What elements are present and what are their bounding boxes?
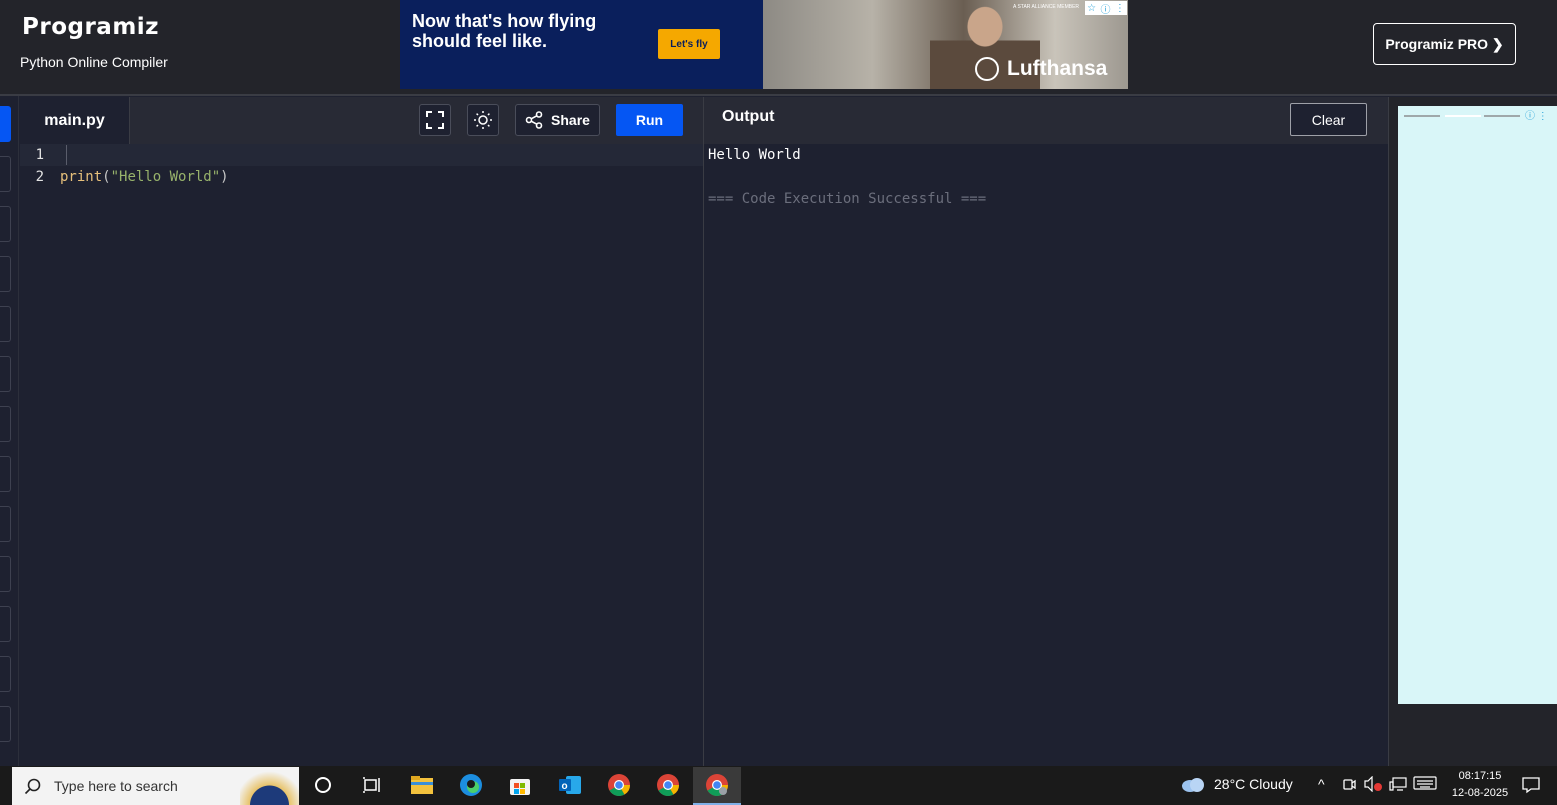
search-placeholder: Type here to search [54,778,178,794]
code-string: "Hello World" [110,169,221,185]
code-line[interactable]: 2 print("Hello World") [20,166,703,188]
language-button[interactable] [0,456,11,492]
code-function: print [60,169,103,185]
outlook-icon[interactable]: o [558,773,582,797]
output-line: Hello World [708,147,801,163]
code-line[interactable]: 1 [20,144,703,166]
widgets-icon[interactable] [360,773,384,797]
clear-button[interactable]: Clear [1290,103,1367,136]
taskbar-search[interactable]: Type here to search [12,767,299,805]
ad-info-icon[interactable]: ⓘ ⋮ [1525,107,1548,122]
page-subtitle: Python Online Compiler [20,54,168,70]
chrome-icon[interactable] [607,773,631,797]
ad-brand-label: Lufthansa [1007,57,1108,80]
language-button[interactable] [0,306,11,342]
language-button[interactable] [0,606,11,642]
line-number: 2 [35,169,44,185]
programiz-pro-button[interactable]: Programiz PRO ❯ [1373,23,1516,65]
code-text: print("Hello World") [50,169,229,185]
keyboard-icon[interactable] [1413,776,1437,793]
search-icon [24,777,42,795]
code-paren-close: ) [220,169,229,185]
ad-star-icon: ☆ [1087,2,1097,14]
file-explorer-icon[interactable] [410,773,434,797]
ad-placeholder-bar [1445,115,1481,117]
weather-widget[interactable]: 28°C Cloudy [1180,775,1293,793]
ad-headline: Now that's how flying should feel like. [412,11,597,51]
clock-date: 12-08-2025 [1451,787,1509,799]
language-button[interactable] [0,656,11,692]
ad-brand: Lufthansa [975,57,1107,81]
language-button-python[interactable] [0,106,11,142]
ad-banner[interactable]: Now that's how flying should feel like. … [400,0,1128,89]
chevron-up-icon[interactable]: ^ [1318,776,1325,792]
language-button[interactable] [0,406,11,442]
output-console: Hello World === Code Execution Successfu… [704,144,1388,766]
share-button[interactable]: Share [515,104,600,136]
ad-info-icon[interactable]: ⓘ [1100,1,1110,16]
code-editor[interactable]: 1 2 print("Hello World") [20,144,703,766]
sun-icon [474,111,492,129]
ad-member-text: A STAR ALLIANCE MEMBER [1013,4,1080,10]
language-button[interactable] [0,156,11,192]
meet-now-icon[interactable] [1342,776,1356,795]
run-button[interactable]: Run [616,104,683,136]
theme-toggle-button[interactable] [467,104,499,136]
edge-browser-icon[interactable] [459,773,483,797]
lufthansa-crane-icon [975,57,999,81]
share-icon [525,111,543,129]
ad-placeholder-bar [1404,115,1440,117]
code-paren-open: ( [102,169,111,185]
language-button[interactable] [0,706,11,742]
execution-status: === Code Execution Successful === [708,191,987,207]
weather-text: 28°C Cloudy [1214,776,1293,792]
task-view-icon[interactable] [311,773,335,797]
share-label: Share [551,112,590,128]
ad-placeholder-bar [1484,115,1520,117]
taskbar-clock[interactable]: 08:17:15 12-08-2025 [1444,768,1516,802]
programiz-logo[interactable]: Programiz [22,14,159,40]
language-button[interactable] [0,206,11,242]
microsoft-store-icon[interactable] [508,773,532,797]
output-toolbar [704,97,1388,144]
language-button[interactable] [0,356,11,392]
language-button[interactable] [0,556,11,592]
language-button[interactable] [0,506,11,542]
language-button[interactable] [0,256,11,292]
notification-icon[interactable] [1521,776,1541,797]
text-cursor [66,145,67,165]
search-highlight-image [240,767,299,805]
fullscreen-icon [426,111,444,129]
fullscreen-button[interactable] [419,104,451,136]
clock-time: 08:17:15 [1458,770,1502,782]
network-icon[interactable] [1389,776,1407,795]
line-number: 1 [35,147,44,163]
cloud-icon [1182,778,1204,792]
svg-text:o: o [562,781,568,792]
tab-main-py[interactable]: main.py [20,97,130,144]
site-header: Programiz Python Online Compiler Now tha… [0,0,1557,96]
ad-menu-icon[interactable]: ⋮ [1115,3,1125,14]
chrome-icon[interactable] [656,773,680,797]
side-ad[interactable]: ⓘ ⋮ [1398,106,1557,704]
output-title: Output [722,108,775,125]
volume-muted-icon[interactable] [1364,775,1382,795]
chrome-profile-icon[interactable] [705,773,729,797]
ad-choices-icons[interactable]: ☆ ⓘ ⋮ [1085,1,1127,16]
ad-cta-button[interactable]: Let's fly [658,29,720,59]
